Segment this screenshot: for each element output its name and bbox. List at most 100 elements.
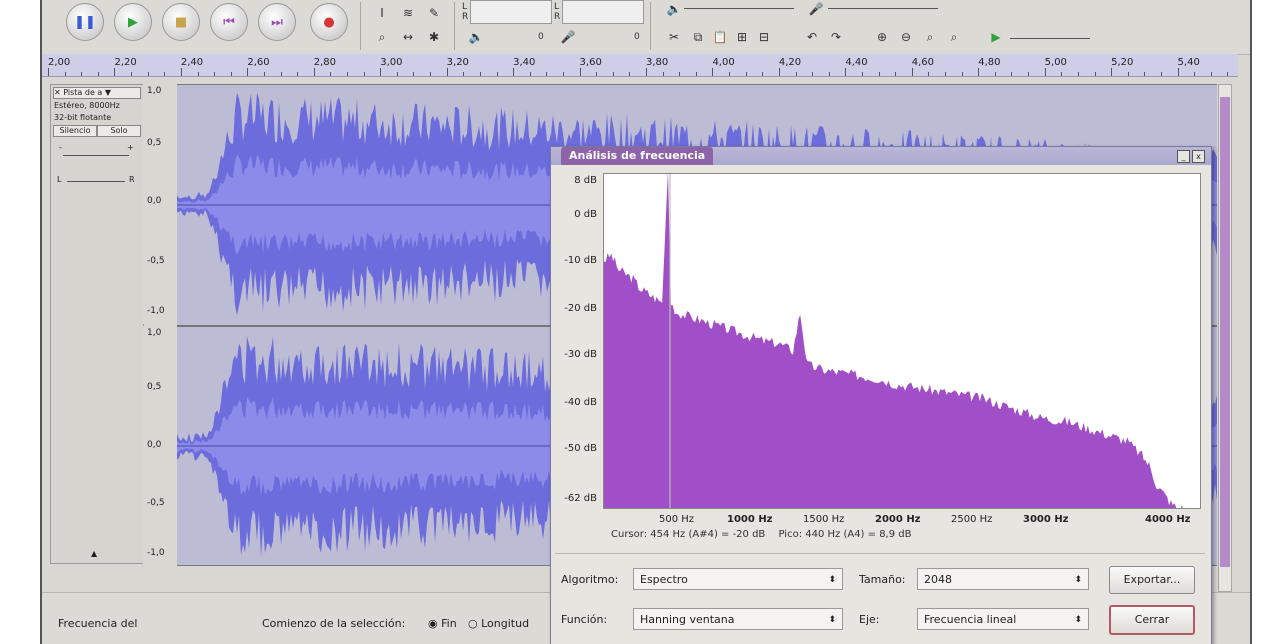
ruler-label: 2,40 [180, 57, 204, 68]
ruler-tick [895, 72, 897, 76]
track-format: Estéreo, 8000Hz [54, 101, 120, 110]
ruler-tick [1177, 68, 1179, 76]
close-button[interactable]: Cerrar [1109, 605, 1195, 635]
cursor-text: Cursor: 454 Hz (A#4) = -20 dB [611, 529, 766, 540]
x-tick-label: 1500 Hz [803, 514, 845, 525]
ruler-tick [1160, 72, 1162, 76]
vertical-scrollbar[interactable] [1218, 84, 1232, 592]
timeline-ruler[interactable]: 2,00 2,20 2,40 2,60 2,80 3,00 3,20 3,40 3,60 3,80… [42, 54, 1238, 77]
ruler-tick [330, 72, 332, 76]
ruler-tick [396, 72, 398, 76]
function-select[interactable]: Hanning ventana ⬍ [633, 608, 843, 630]
volume-icon: 🔈 [666, 2, 682, 16]
timeshift-tool-icon[interactable]: ↔ [398, 28, 418, 46]
fit-project-icon[interactable]: ⌕ [944, 28, 964, 46]
collapse-icon[interactable]: ▲ [91, 549, 97, 558]
zoom-tool-icon[interactable]: ⌕ [372, 28, 392, 46]
ruler-tick [363, 72, 365, 76]
close-icon[interactable]: x [1192, 150, 1205, 163]
size-label: Tamaño: [859, 573, 906, 586]
algorithm-select[interactable]: Espectro ⬍ [633, 568, 843, 590]
scale-label: -0,5 [147, 498, 165, 508]
playback-meter[interactable] [470, 0, 552, 24]
envelope-tool-icon[interactable]: ≋ [398, 4, 418, 22]
scrollbar-thumb[interactable] [1220, 97, 1230, 567]
ruler-tick [479, 72, 481, 76]
pause-button[interactable]: ❚❚ [66, 3, 104, 41]
paste-icon[interactable]: 📋 [710, 28, 730, 46]
spectrum-plot[interactable] [603, 169, 1201, 512]
ruler-tick [1011, 72, 1013, 76]
close-icon[interactable]: ✕ [54, 88, 61, 97]
peak-text: Pico: 440 Hz (A4) = 8,9 dB [778, 529, 912, 540]
ruler-tick [712, 68, 714, 76]
playback-volume-slider[interactable] [684, 8, 794, 9]
scale-label: 0,0 [147, 440, 162, 450]
minimize-button[interactable]: _ [1177, 150, 1190, 163]
scale-label: 0,0 [147, 196, 162, 206]
pause-icon: ❚❚ [74, 14, 96, 30]
meter-left-label: L [462, 2, 468, 12]
zoom-in-icon[interactable]: ⊕ [872, 28, 892, 46]
zoom-out-icon[interactable]: ⊖ [896, 28, 916, 46]
toolbar-separator [360, 2, 361, 50]
ruler-tick [762, 72, 764, 76]
ruler-tick [729, 72, 731, 76]
toolbar-separator [454, 2, 455, 50]
ruler-tick [430, 72, 432, 76]
play-at-speed-icon[interactable]: ▶ [986, 28, 1006, 46]
undo-icon[interactable]: ↶ [802, 28, 822, 46]
length-radio[interactable]: ○ Longitud [468, 617, 529, 630]
ruler-tick [612, 72, 614, 76]
multi-tool-icon[interactable]: ✱ [424, 28, 444, 46]
ruler-tick [795, 72, 797, 76]
scale-label: -1,0 [147, 306, 165, 316]
copy-icon[interactable]: ⧉ [688, 28, 708, 46]
ruler-tick [928, 72, 930, 76]
ruler-tick [679, 72, 681, 76]
scale-label: 1,0 [147, 328, 162, 338]
solo-button[interactable]: Solo [97, 125, 141, 137]
track-name-dropdown[interactable]: ✕ Pista de a ▼ [53, 87, 141, 99]
size-select[interactable]: 2048 ⬍ [917, 568, 1089, 590]
redo-icon[interactable]: ↷ [826, 28, 846, 46]
mute-button[interactable]: Silencio [53, 125, 97, 137]
microphone-icon[interactable]: 🎤 [558, 28, 578, 46]
record-meter[interactable] [562, 0, 644, 24]
selection-tool-icon[interactable]: I [372, 4, 392, 22]
ruler-tick [263, 72, 265, 76]
stop-button[interactable]: ■ [162, 3, 200, 41]
divider [555, 553, 1205, 554]
track-control-panel: ✕ Pista de a ▼ Estéreo, 8000Hz 32-bit fl… [50, 84, 144, 564]
track-bits: 32-bit flotante [54, 113, 112, 122]
dialog-titlebar[interactable]: Análisis de frecuencia _ x [551, 147, 1211, 165]
cut-icon[interactable]: ✂ [664, 28, 684, 46]
y-tick-label: -50 dB [564, 443, 597, 454]
x-tick-label: 2500 Hz [951, 514, 993, 525]
ruler-tick [496, 72, 498, 76]
end-radio[interactable]: ◉ Fin [428, 617, 457, 630]
record-icon: ● [323, 14, 335, 30]
algorithm-value: Espectro [640, 573, 688, 586]
size-value: 2048 [924, 573, 952, 586]
speed-slider[interactable] [1010, 38, 1090, 39]
trim-icon[interactable]: ⊞ [732, 28, 752, 46]
gain-slider[interactable] [63, 155, 129, 156]
silence-icon[interactable]: ⊟ [754, 28, 774, 46]
play-button[interactable]: ▶ [114, 3, 152, 41]
fit-selection-icon[interactable]: ⌕ [920, 28, 940, 46]
pan-slider[interactable] [67, 181, 125, 182]
speaker-icon[interactable]: 🔈 [466, 28, 486, 46]
dialog-title: Análisis de frecuencia [561, 147, 714, 165]
export-button[interactable]: Exportar... [1109, 566, 1195, 594]
skip-start-button[interactable]: ⏮ [210, 3, 248, 41]
chevron-down-icon: ▼ [104, 88, 112, 97]
meter-right-label: R [462, 12, 469, 22]
axis-select[interactable]: Frecuencia lineal ⬍ [917, 608, 1089, 630]
spectrum-area [604, 169, 1186, 512]
skip-end-button[interactable]: ⏭ [258, 3, 296, 41]
record-button[interactable]: ● [310, 3, 348, 41]
ruler-tick [845, 68, 847, 76]
draw-tool-icon[interactable]: ✎ [424, 4, 444, 22]
record-volume-slider[interactable] [828, 8, 938, 9]
